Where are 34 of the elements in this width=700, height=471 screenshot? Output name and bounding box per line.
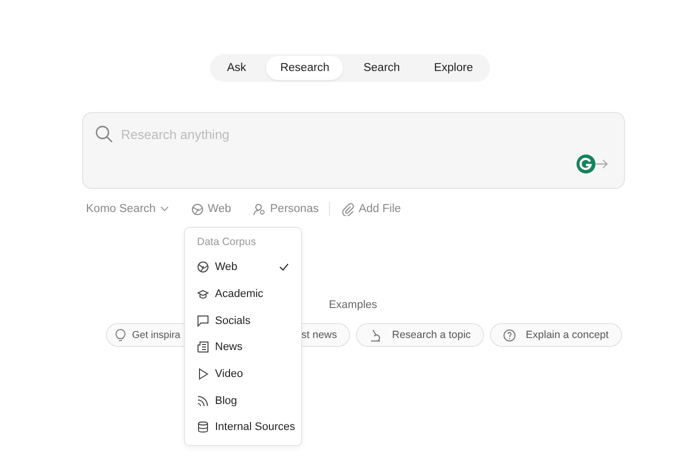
mode-tab[interactable]: Research — [266, 56, 344, 80]
mode-tab[interactable]: Ask — [213, 56, 260, 80]
mode-tab[interactable]: Search — [349, 56, 414, 80]
search-field[interactable]: Research anything — [121, 125, 421, 143]
add-file-button[interactable]: Add File — [342, 202, 401, 216]
mode-tab[interactable]: Explore — [420, 56, 487, 80]
personas-button[interactable]: Personas — [253, 202, 319, 216]
assistant-badge-icon[interactable] — [576, 154, 596, 174]
database-icon — [197, 421, 209, 434]
globe-icon — [197, 261, 209, 274]
menu-item[interactable]: Internal Sources — [185, 414, 301, 441]
example-chip[interactable]: Explain a concept — [490, 323, 622, 347]
person-icon — [253, 202, 266, 216]
play-icon — [197, 368, 209, 380]
microscope-icon — [369, 328, 382, 342]
chevron-down-icon — [160, 206, 169, 212]
newspaper-icon — [197, 341, 209, 354]
menu-item[interactable]: Blog — [185, 387, 301, 414]
example-chip[interactable]: Research a topic — [356, 323, 484, 347]
paperclip-icon — [342, 202, 355, 216]
examples-heading: Examples — [328, 299, 378, 311]
lightbulb-icon — [115, 328, 126, 342]
engine-dropdown[interactable]: Komo Search — [86, 203, 169, 215]
menu-heading: Data Corpus — [196, 236, 257, 250]
help-icon — [502, 328, 516, 342]
graduation-cap-icon — [197, 288, 209, 300]
feed-icon — [197, 394, 209, 407]
menu-item[interactable]: Video — [185, 360, 301, 388]
menu-item[interactable]: Academic — [185, 280, 301, 308]
globe-icon — [190, 202, 204, 216]
search-icon — [95, 125, 113, 143]
menu-item[interactable]: Web — [185, 254, 301, 281]
source-button[interactable]: Web — [190, 202, 232, 216]
chat-bubble-icon — [197, 314, 209, 327]
